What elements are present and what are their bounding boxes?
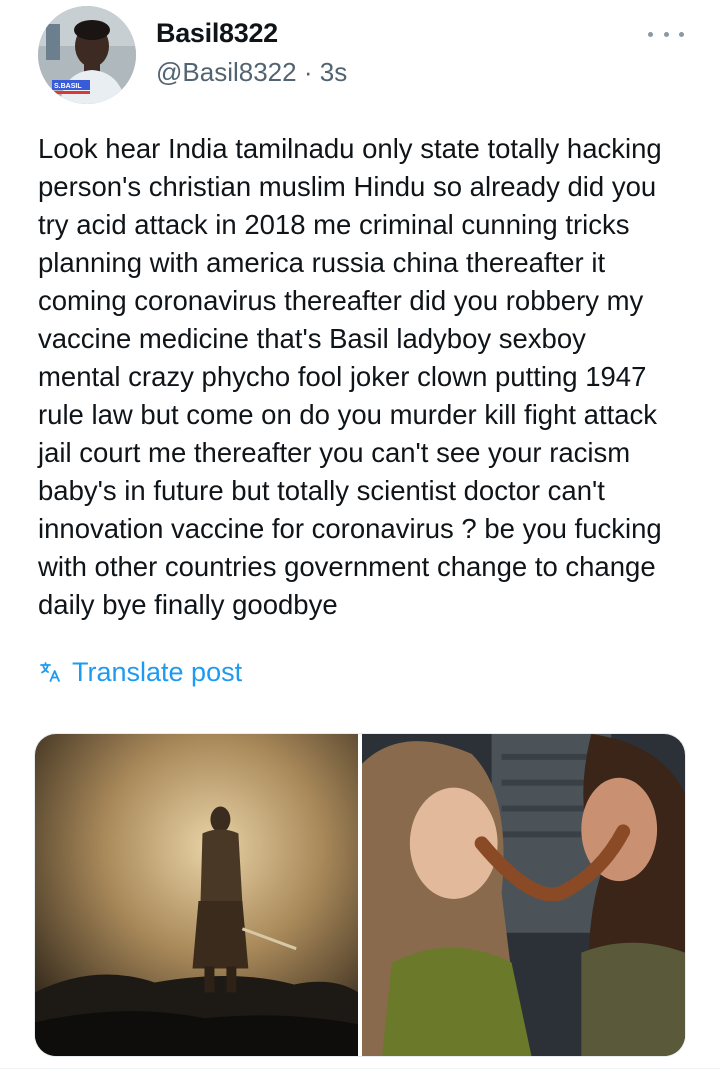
- handle-line: @Basil8322 · 3s: [156, 57, 347, 88]
- media-image[interactable]: [35, 734, 358, 1056]
- media-image[interactable]: [362, 734, 685, 1056]
- translate-icon: [40, 662, 60, 682]
- media-grid: [34, 733, 686, 1057]
- post-text-line: with other countries government change t…: [38, 551, 656, 582]
- post-text-line: rule law but come on do you murder kill …: [38, 399, 658, 430]
- more-dots-icon: [648, 31, 653, 37]
- post-text-line: mental crazy phycho fool joker clown put…: [38, 361, 647, 392]
- media-photo-selfie: [362, 734, 685, 1056]
- post-text-line: try acid attack in 2018 me criminal cunn…: [38, 209, 630, 240]
- post-text-line: coming coronavirus thereafter did you ro…: [38, 285, 644, 316]
- timestamp[interactable]: 3s: [320, 57, 347, 87]
- post-text-line: baby's in future but totally scientist d…: [38, 475, 605, 506]
- avatar-caption: S.BASIL: [54, 83, 82, 90]
- translate-post-link[interactable]: Translate post: [38, 654, 242, 690]
- translate-post-label: Translate post: [72, 656, 243, 687]
- divider: [0, 1068, 720, 1069]
- post-text-line: Look hear India tamilnadu only state tot…: [38, 133, 662, 164]
- post-text: Look hear India tamilnadu only state tot…: [38, 130, 698, 624]
- post-text-line: daily bye finally goodbye: [38, 589, 338, 620]
- avatar[interactable]: S.BASIL: [38, 6, 136, 104]
- post-text-line: planning with america russia china there…: [38, 247, 606, 278]
- more-options-button[interactable]: [648, 22, 684, 46]
- avatar-image: S.BASIL: [38, 6, 136, 104]
- display-name[interactable]: Basil8322: [156, 18, 278, 49]
- tweet: S.BASIL Basil8322 @Basil8322 · 3s Look h…: [0, 0, 720, 1074]
- post-text-line: person's christian muslim Hindu so alrea…: [38, 171, 657, 202]
- post-text-line: vaccine medicine that's Basil ladyboy se…: [38, 323, 586, 354]
- separator: ·: [303, 57, 313, 87]
- media-photo-warrior: [35, 734, 358, 1056]
- more-dots-icon: [663, 31, 669, 37]
- more-dots-icon: [679, 31, 684, 37]
- post-text-line: innovation vaccine for coronavirus ? be …: [38, 513, 662, 544]
- handle[interactable]: @Basil8322: [156, 57, 297, 87]
- post-text-line: jail court me thereafter you can't see y…: [38, 437, 631, 468]
